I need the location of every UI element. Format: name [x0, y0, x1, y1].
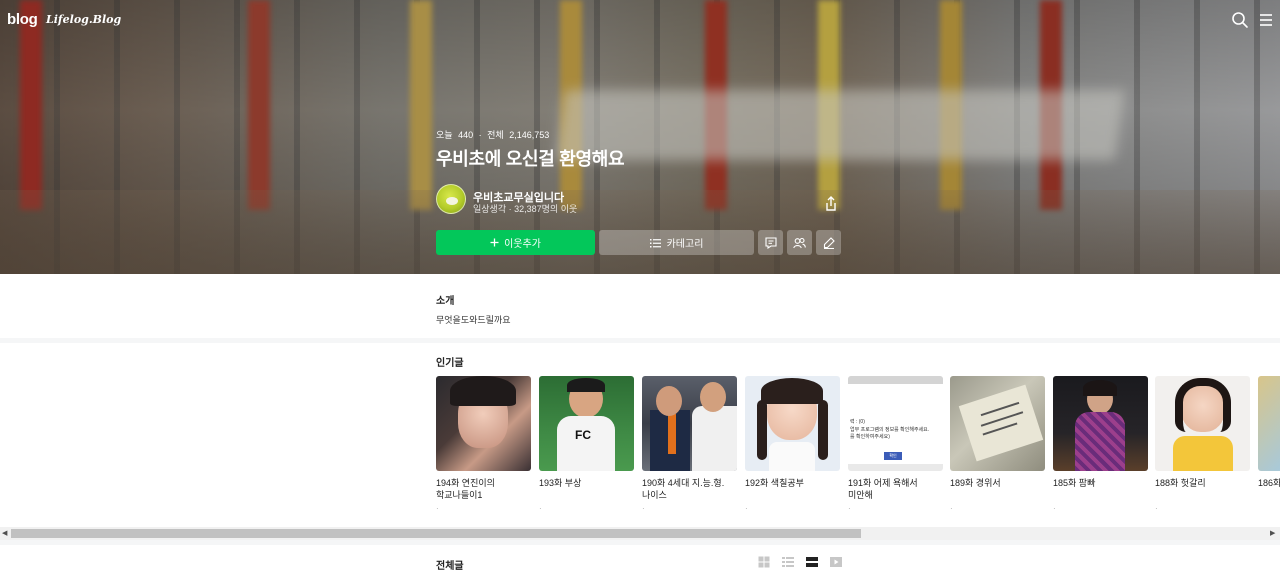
separator-dot: ·: [478, 130, 482, 140]
post-meta: ·: [745, 504, 748, 513]
add-neighbor-label: 이웃추가: [504, 239, 541, 250]
blog-logo[interactable]: blog: [7, 11, 38, 28]
visitor-counts: 오늘 440 · 전체 2,146,753: [436, 128, 552, 141]
comment-icon: [764, 236, 777, 249]
today-count: 440: [458, 130, 474, 140]
write-post-button[interactable]: [816, 230, 841, 255]
post-card[interactable]: 190화 4세대 지.능.형.나이스 ·: [642, 376, 737, 513]
menu-icon[interactable]: [1257, 11, 1275, 29]
post-thumbnail[interactable]: [642, 376, 737, 471]
horizontal-scrollbar[interactable]: ◀ ▶: [0, 527, 1280, 540]
category-button[interactable]: 카테고리: [599, 230, 754, 255]
post-thumbnail[interactable]: [1258, 376, 1280, 471]
post-card[interactable]: 력 : (0) 업무 프로그램의 정보를 확인해주세요. 를 확인하여주세요) …: [848, 376, 943, 513]
dialog-line: 를 확인하여주세요): [850, 434, 890, 440]
post-card[interactable]: 188화 헛갈리 ·: [1155, 376, 1250, 513]
post-meta: ·: [539, 504, 542, 513]
post-title[interactable]: 189화 경위서: [950, 477, 1045, 489]
post-title[interactable]: 191화 어제 욕해서 미안해: [848, 477, 943, 501]
today-label: 오늘: [436, 130, 453, 140]
popular-heading: 인기글: [436, 358, 464, 369]
post-card[interactable]: 185화 팜빠 ·: [1053, 376, 1148, 513]
card-view-icon[interactable]: [806, 556, 818, 568]
dialog-line: 력 : (0): [850, 419, 865, 425]
post-card[interactable]: 186화: [1258, 376, 1280, 489]
add-neighbor-button[interactable]: 이웃추가: [436, 230, 595, 255]
post-meta: ·: [950, 504, 953, 513]
post-thumbnail[interactable]: [436, 376, 531, 471]
post-thumbnail[interactable]: [745, 376, 840, 471]
video-view-icon[interactable]: [830, 556, 842, 568]
cover-detail: [555, 90, 1125, 160]
neighbors-button[interactable]: [787, 230, 812, 255]
guestbook-button[interactable]: [758, 230, 783, 255]
post-title[interactable]: 185화 팜빠: [1053, 477, 1148, 489]
post-title[interactable]: 194화 연진이의 학교나들이1: [436, 477, 531, 501]
post-card[interactable]: 189화 경위서 ·: [950, 376, 1045, 513]
dialog-line: 업무 프로그램의 정보를 확인해주세요.: [850, 427, 930, 433]
post-meta: ·: [436, 504, 439, 513]
scroll-right-arrow-icon[interactable]: ▶: [1270, 529, 1275, 537]
album-view-icon[interactable]: [758, 556, 770, 568]
all-posts-section: 전체글: [0, 545, 1280, 574]
intro-text: 무엇을도와드릴까요: [436, 315, 511, 325]
list-view-icon[interactable]: [782, 556, 794, 568]
total-label: 전체: [487, 130, 504, 140]
dialog-ok-button: 확인: [884, 452, 902, 460]
avatar[interactable]: [436, 184, 466, 214]
post-thumbnail[interactable]: [950, 376, 1045, 471]
blog-cover: blog Lifelog.Blog 오늘 440 · 전체 2,146,753 …: [0, 0, 1280, 274]
intro-heading: 소개: [436, 296, 455, 307]
post-title[interactable]: 193화 부상: [539, 477, 634, 489]
post-thumbnail[interactable]: [1155, 376, 1250, 471]
scrollbar-thumb[interactable]: [11, 529, 861, 538]
total-count: 2,146,753: [509, 130, 550, 140]
post-title[interactable]: 186화: [1258, 477, 1280, 489]
share-icon[interactable]: [822, 195, 840, 213]
list-icon: [649, 238, 661, 247]
write-icon: [823, 236, 835, 249]
scroll-left-arrow-icon[interactable]: ◀: [2, 529, 7, 537]
post-card[interactable]: FC 193화 부상 ·: [539, 376, 634, 513]
search-icon[interactable]: [1231, 11, 1249, 29]
post-card[interactable]: 194화 연진이의 학교나들이1 ·: [436, 376, 531, 513]
post-meta: ·: [1053, 504, 1056, 513]
post-thumbnail[interactable]: [1053, 376, 1148, 471]
post-title[interactable]: 192화 색칠공부: [745, 477, 840, 489]
post-meta: ·: [848, 504, 851, 513]
post-title[interactable]: 188화 헛갈리: [1155, 477, 1250, 489]
post-card[interactable]: 192화 색칠공부 ·: [745, 376, 840, 513]
popular-posts-carousel: 194화 연진이의 학교나들이1 · FC 193화 부상 · 190화 4세대…: [436, 376, 1280, 516]
plus-icon: [490, 238, 499, 247]
post-meta: ·: [1155, 504, 1158, 513]
post-thumbnail[interactable]: 력 : (0) 업무 프로그램의 정보를 확인해주세요. 를 확인하여주세요) …: [848, 376, 943, 471]
popular-posts-section: 인기글 194화 연진이의 학교나들이1 · FC 193화 부상 · 190화…: [0, 343, 1280, 540]
all-posts-heading: 전체글: [436, 561, 464, 572]
post-meta: ·: [642, 504, 645, 513]
post-thumbnail[interactable]: FC: [539, 376, 634, 471]
blog-title: 우비초에 오신걸 환영해요: [436, 149, 625, 169]
category-label: 카테고리: [666, 239, 704, 250]
top-bar: blog Lifelog.Blog: [0, 0, 1280, 40]
intro-section: 소개 무엇을도와드릴까요: [0, 274, 1280, 338]
post-title[interactable]: 190화 4세대 지.능.형.나이스: [642, 477, 737, 501]
blog-tagline-logo[interactable]: Lifelog.Blog: [46, 13, 121, 26]
blog-owner-subtitle: 일상생각 · 32,387명의 이웃: [473, 204, 578, 214]
neighbors-icon: [793, 237, 806, 248]
